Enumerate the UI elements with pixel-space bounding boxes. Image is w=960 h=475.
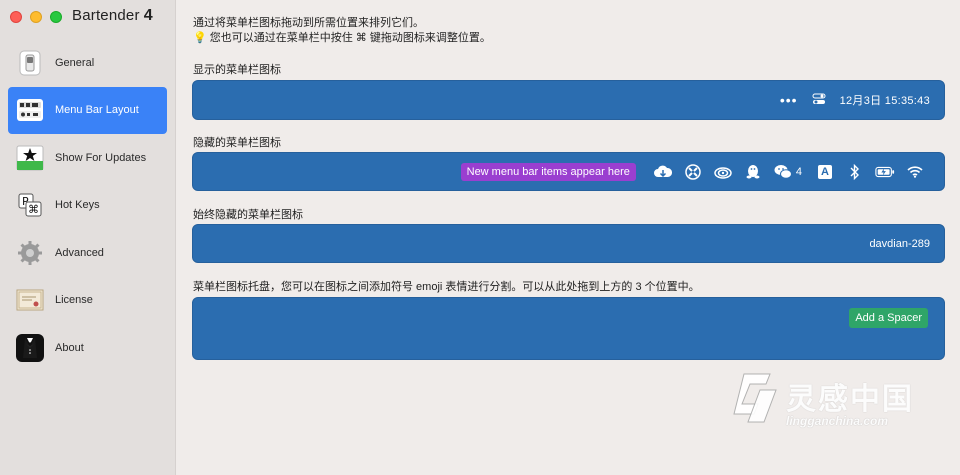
sidebar-item-label: Hot Keys: [55, 199, 100, 212]
sidebar-item-label: About: [55, 342, 84, 355]
battery-icon[interactable]: [875, 162, 895, 182]
sidebar-nav: General Menu Bar Layout Show For Updates…: [8, 39, 167, 372]
app-title: Bartender 4: [72, 7, 153, 25]
add-spacer-button[interactable]: Add a Spacer: [849, 308, 928, 328]
always-hidden-item[interactable]: davdian-289: [869, 238, 930, 250]
certificate-icon: [16, 286, 44, 314]
hidden-items-bar[interactable]: New menu bar items appear here 4 A: [192, 152, 945, 191]
close-button[interactable]: [10, 11, 22, 23]
sidebar-item-license[interactable]: License: [8, 277, 167, 324]
bluetooth-icon[interactable]: [845, 162, 865, 182]
sidebar-item-label: License: [55, 294, 93, 307]
input-method-letter: A: [818, 164, 832, 179]
app-name: Bartender: [72, 7, 140, 24]
menubar-layout-icon: [16, 96, 44, 124]
keyboard-keys-icon: P ⌘: [16, 191, 44, 219]
qq-penguin-icon[interactable]: [743, 162, 763, 182]
menu-bar-tray[interactable]: Add a Spacer: [192, 297, 945, 360]
instructions-line-1: 通过将菜单栏图标拖动到所需位置来排列它们。: [193, 17, 424, 29]
svg-text:⌘: ⌘: [28, 203, 39, 216]
instructions: 通过将菜单栏图标拖动到所需位置来排列它们。 💡 您也可以通过在菜单栏中按住 ⌘ …: [193, 16, 491, 46]
new-items-badge: New menu bar items appear here: [460, 162, 636, 181]
sidebar-item-label: Menu Bar Layout: [55, 104, 139, 117]
tuxedo-icon: [16, 334, 44, 363]
sidebar-item-label: General: [55, 56, 95, 69]
shown-items-label: 显示的菜单栏图标: [193, 64, 281, 76]
gear-icon: [16, 239, 44, 267]
wifi-icon[interactable]: [905, 162, 925, 182]
always-hidden-label: 始终隐藏的菜单栏图标: [193, 209, 303, 221]
zoom-button[interactable]: [50, 11, 62, 23]
control-center-icon[interactable]: [812, 93, 826, 108]
always-hidden-bar[interactable]: davdian-289: [192, 224, 945, 263]
minimize-button[interactable]: [30, 11, 42, 23]
star-icon: [16, 144, 44, 172]
watermark-text: 灵感中国: [786, 382, 914, 417]
wechat-unread-count: 4: [795, 165, 802, 178]
sidebar-item-label: Advanced: [55, 246, 104, 259]
window-controls: [10, 11, 62, 23]
bartender-dots-icon[interactable]: •••: [780, 92, 798, 108]
sidebar: Bartender 4 General Menu Bar Layout Show …: [0, 0, 176, 475]
hidden-items-label: 隐藏的菜单栏图标: [193, 137, 281, 149]
sidebar-item-menu-bar-layout[interactable]: Menu Bar Layout: [8, 86, 167, 134]
cloud-icon[interactable]: [653, 162, 673, 182]
instructions-line-2: 💡 您也可以通过在菜单栏中按住 ⌘ 键拖动图标来调整位置。: [193, 32, 491, 44]
sidebar-item-about[interactable]: About: [8, 325, 167, 372]
wechat-icon[interactable]: [773, 162, 793, 182]
watermark: 灵感中国 lingganchina.com: [728, 368, 948, 438]
shown-items-bar[interactable]: ••• 12月3日 15:35:43: [192, 80, 945, 120]
sidebar-item-advanced[interactable]: Advanced: [8, 229, 167, 276]
watermark-logo-icon: [733, 373, 777, 423]
app-window: Bartender 4 General Menu Bar Layout Show …: [0, 0, 960, 475]
app-version: 4: [143, 7, 153, 24]
switch-icon: [16, 49, 44, 77]
creative-cloud-icon[interactable]: [713, 162, 733, 182]
clock[interactable]: 12月3日 15:35:43: [840, 92, 930, 108]
sidebar-item-show-for-updates[interactable]: Show For Updates: [8, 134, 167, 181]
crossed-circle-icon[interactable]: [683, 162, 703, 182]
watermark-url: lingganchina.com: [786, 414, 889, 428]
tray-label: 菜单栏图标托盘，您可以在图标之间添加符号 emoji 表情进行分割。可以从此处拖…: [193, 281, 700, 293]
sidebar-item-general[interactable]: General: [8, 39, 167, 86]
sidebar-item-hot-keys[interactable]: P ⌘ Hot Keys: [8, 182, 167, 229]
sidebar-item-label: Show For Updates: [55, 151, 147, 164]
main-content: 通过将菜单栏图标拖动到所需位置来排列它们。 💡 您也可以通过在菜单栏中按住 ⌘ …: [176, 0, 960, 475]
input-method-icon[interactable]: A: [815, 162, 835, 182]
